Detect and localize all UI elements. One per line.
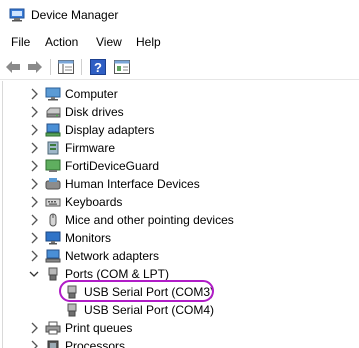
tree-item-label: USB Serial Port (COM4) xyxy=(84,303,215,317)
computer-icon xyxy=(45,87,61,101)
toolbar-separator xyxy=(81,59,82,75)
device-manager-icon xyxy=(9,8,25,22)
tree-item-label: Keyboards xyxy=(65,195,123,209)
menu-bar: File Action View Help xyxy=(0,32,359,52)
tree-item-label: Computer xyxy=(65,87,118,101)
menu-view[interactable]: View xyxy=(96,35,122,49)
tree-item-usb-serial-port-com4[interactable]: USB Serial Port (COM4) xyxy=(0,301,359,319)
chevron-right-icon[interactable] xyxy=(29,106,39,118)
tree-item-label: Monitors xyxy=(65,231,112,245)
chevron-right-icon[interactable] xyxy=(29,88,39,100)
tree-item-label: Ports (COM & LPT) xyxy=(65,267,170,281)
hid-icon xyxy=(45,178,61,190)
console-tree-icon xyxy=(58,60,74,74)
tree-item-disk-drives[interactable]: Disk drives xyxy=(0,103,359,121)
window-title: Device Manager xyxy=(31,8,119,22)
disk-drive-icon xyxy=(46,107,61,118)
tree-item-label: Human Interface Devices xyxy=(65,177,200,191)
chevron-right-icon[interactable] xyxy=(29,340,39,348)
firmware-icon xyxy=(47,141,59,155)
chevron-right-icon[interactable] xyxy=(29,232,39,244)
printer-icon xyxy=(45,321,61,335)
back-arrow-icon xyxy=(6,61,20,73)
help-button[interactable]: ? xyxy=(89,58,107,76)
highlight-outline xyxy=(59,280,214,302)
tree-item-label: Disk drives xyxy=(65,105,124,119)
processor-icon xyxy=(47,340,59,348)
chevron-right-icon[interactable] xyxy=(29,196,39,208)
tree-item-network-adapters[interactable]: Network adapters xyxy=(0,247,359,265)
device-tree: Computer Disk drives Display adapters Fi… xyxy=(0,81,359,348)
show-hide-console-tree-button[interactable] xyxy=(57,58,75,76)
tree-item-mice[interactable]: Mice and other pointing devices xyxy=(0,211,359,229)
menu-file[interactable]: File xyxy=(11,35,30,49)
usb-serial-port-icon xyxy=(67,303,77,317)
monitor-icon xyxy=(45,231,61,245)
chevron-right-icon[interactable] xyxy=(29,160,39,172)
tree-item-computer[interactable]: Computer xyxy=(0,85,359,103)
forward-button[interactable] xyxy=(26,58,44,76)
tree-item-fortideviceguard[interactable]: FortiDeviceGuard xyxy=(0,157,359,175)
properties-button[interactable] xyxy=(113,58,131,76)
tree-item-label: FortiDeviceGuard xyxy=(65,159,160,173)
tree-item-label: Processors xyxy=(65,339,126,348)
title-bar: Device Manager xyxy=(0,0,359,30)
display-adapter-icon xyxy=(45,123,61,137)
chevron-down-icon[interactable] xyxy=(29,268,39,280)
tree-item-display-adapters[interactable]: Display adapters xyxy=(0,121,359,139)
tree-item-monitors[interactable]: Monitors xyxy=(0,229,359,247)
tree-item-label: Mice and other pointing devices xyxy=(65,213,234,227)
port-icon xyxy=(48,267,58,281)
device-icon xyxy=(45,159,61,172)
keyboard-icon xyxy=(45,198,61,207)
network-adapter-icon xyxy=(45,249,61,263)
tree-item-label: Print queues xyxy=(65,321,133,335)
help-icon: ? xyxy=(90,59,106,75)
tree-item-label: Network adapters xyxy=(65,249,160,263)
menu-action[interactable]: Action xyxy=(45,35,78,49)
tree-item-firmware[interactable]: Firmware xyxy=(0,139,359,157)
toolbar: ? xyxy=(0,54,359,80)
tree-item-label: Firmware xyxy=(65,141,115,155)
tree-item-keyboards[interactable]: Keyboards xyxy=(0,193,359,211)
chevron-right-icon[interactable] xyxy=(29,142,39,154)
chevron-right-icon[interactable] xyxy=(29,214,39,226)
menu-help[interactable]: Help xyxy=(136,35,161,49)
chevron-right-icon[interactable] xyxy=(29,178,39,190)
properties-icon xyxy=(114,60,130,74)
forward-arrow-icon xyxy=(28,61,42,73)
tree-item-print-queues[interactable]: Print queues xyxy=(0,319,359,337)
mouse-icon xyxy=(49,213,57,227)
tree-item-label: Display adapters xyxy=(65,123,155,137)
back-button[interactable] xyxy=(4,58,22,76)
chevron-right-icon[interactable] xyxy=(29,322,39,334)
toolbar-separator xyxy=(50,59,51,75)
chevron-right-icon[interactable] xyxy=(29,250,39,262)
tree-item-processors[interactable]: Processors xyxy=(0,337,359,348)
chevron-right-icon[interactable] xyxy=(29,124,39,136)
svg-text:?: ? xyxy=(94,60,102,75)
tree-item-human-interface-devices[interactable]: Human Interface Devices xyxy=(0,175,359,193)
